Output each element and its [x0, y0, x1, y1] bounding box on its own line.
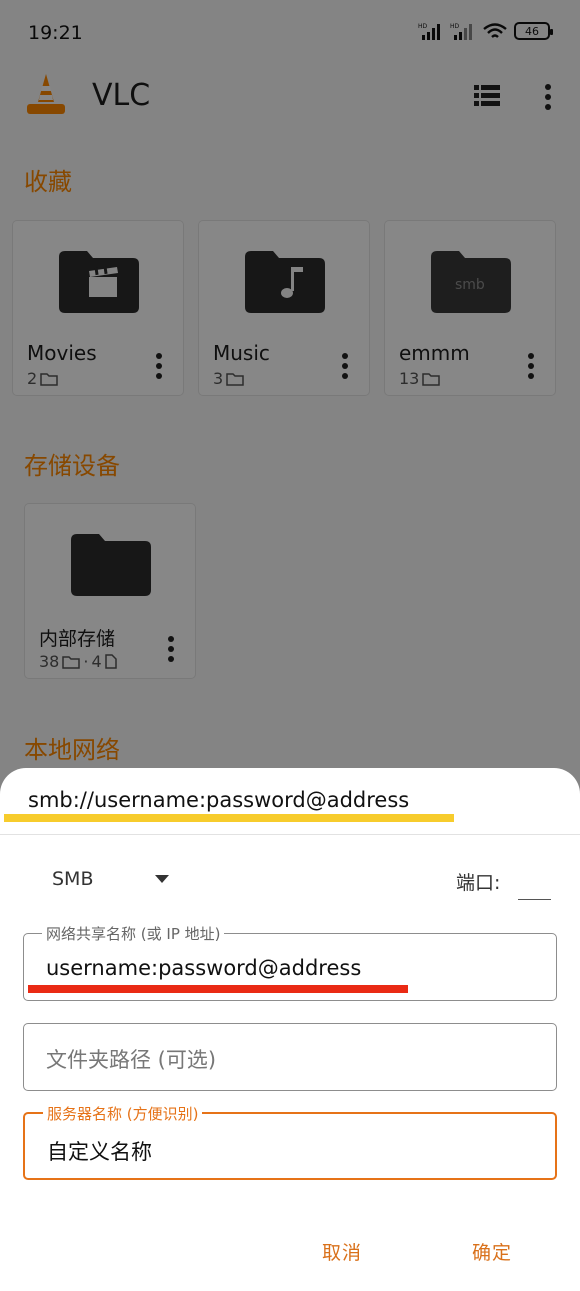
server-name-field[interactable]: 服务器名称 (方便识别) 自定义名称 [23, 1103, 557, 1180]
yellow-highlight-underline [4, 814, 454, 822]
share-name-value: username:password@address [46, 956, 362, 980]
folder-path-field[interactable]: 文件夹路径 (可选) [23, 1023, 557, 1091]
red-highlight-underline [28, 985, 408, 993]
dropdown-arrow-icon [155, 875, 169, 883]
protocol-value: SMB [52, 868, 94, 890]
share-name-label: 网络共享名称 (或 IP 地址) [42, 923, 225, 944]
server-name-label: 服务器名称 (方便识别) [43, 1103, 203, 1124]
port-label: 端口: [456, 872, 501, 894]
folder-path-placeholder: 文件夹路径 (可选) [46, 1048, 217, 1072]
add-server-sheet: smb://username:password@address SMB 端口: … [0, 768, 580, 1291]
url-hint: smb://username:password@address [28, 788, 410, 812]
protocol-dropdown[interactable]: SMB [52, 866, 182, 896]
cancel-button[interactable]: 取消 [322, 1238, 362, 1265]
port-input[interactable] [518, 872, 551, 900]
divider [0, 834, 580, 835]
ok-button[interactable]: 确定 [472, 1238, 512, 1265]
server-name-value: 自定义名称 [47, 1140, 152, 1164]
